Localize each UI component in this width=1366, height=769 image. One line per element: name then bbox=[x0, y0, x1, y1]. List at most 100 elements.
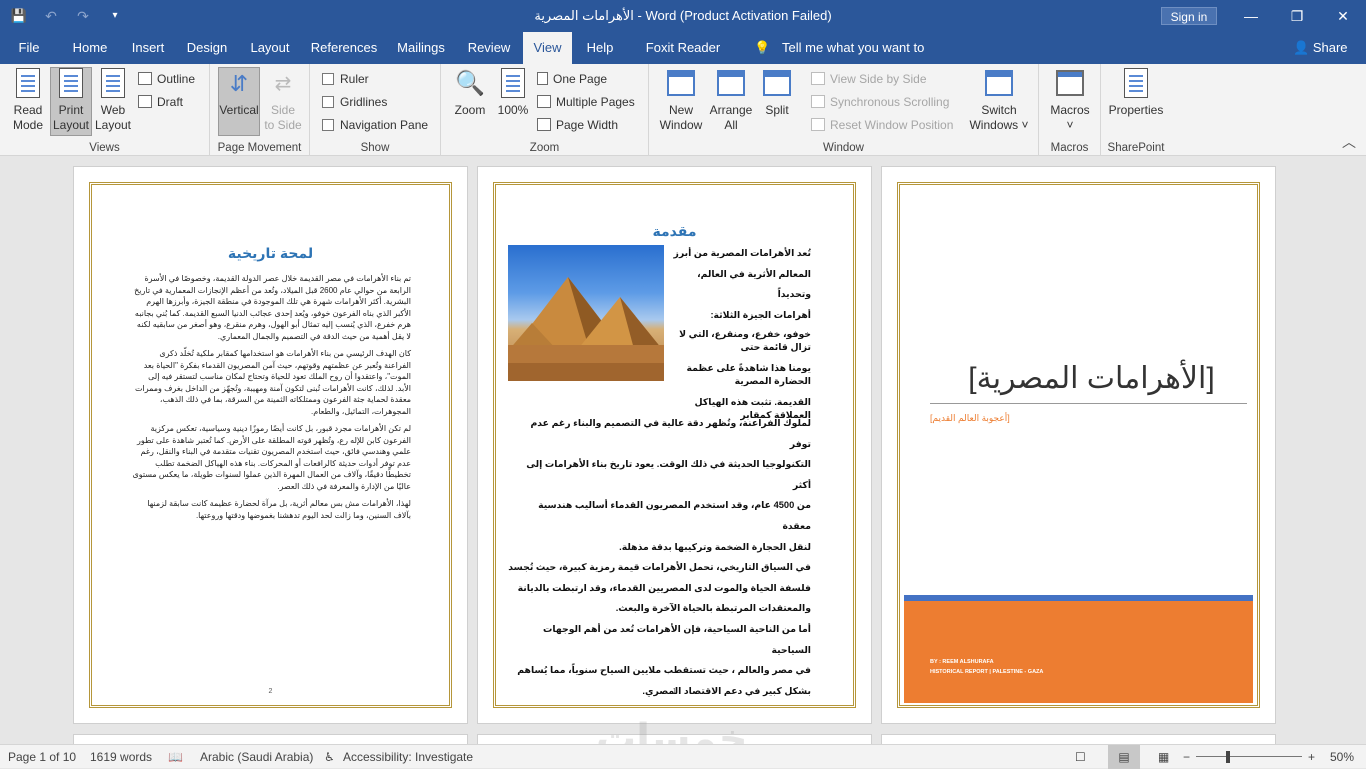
draft-icon bbox=[138, 95, 152, 108]
person-icon: 👤 bbox=[1293, 40, 1310, 55]
tab-file[interactable]: File bbox=[10, 32, 48, 64]
navigation-pane-label: Navigation Pane bbox=[340, 118, 429, 132]
cover-author[interactable]: BY : REEM ALSHURAFA bbox=[930, 659, 994, 665]
watermark-logo: خمسات bbox=[596, 717, 748, 744]
intro-line: أهرامات الجيزة الثلاثة: bbox=[710, 309, 811, 320]
web-layout-label-1: Web bbox=[100, 103, 126, 117]
properties-label: Properties bbox=[1108, 103, 1164, 117]
one-page-button[interactable]: One Page bbox=[537, 69, 607, 89]
zoom-slider-track[interactable] bbox=[1196, 756, 1302, 757]
pyramids-image bbox=[508, 245, 664, 381]
zoom-100-button[interactable]: 100% bbox=[493, 68, 533, 118]
new-window-button[interactable]: New Window bbox=[657, 68, 705, 133]
arrange-all-icon bbox=[715, 68, 747, 100]
tab-foxit-reader-pdf[interactable]: Foxit Reader PDF bbox=[632, 32, 734, 87]
page-number: 2 bbox=[268, 688, 273, 695]
arrange-all-label-1: Arrange bbox=[709, 103, 753, 117]
tab-insert[interactable]: Insert bbox=[124, 32, 172, 64]
reset-window-icon bbox=[811, 118, 825, 131]
proofing-icon[interactable]: 📖 bbox=[168, 745, 183, 769]
page-width-button[interactable]: Page Width bbox=[537, 115, 618, 135]
intro-line: أما من الناحية السياحية، فإن الأهرامات ت… bbox=[543, 623, 811, 655]
navigation-pane-checkbox[interactable]: Navigation Pane bbox=[322, 115, 428, 135]
focus-mode-icon[interactable]: ☐ bbox=[1075, 745, 1086, 769]
vertical-label: Vertical bbox=[219, 103, 259, 117]
accessibility-icon[interactable]: ♿ bbox=[324, 745, 335, 769]
web-layout-button[interactable]: Web Layout bbox=[92, 68, 134, 133]
macros-label: Macros bbox=[1050, 103, 1090, 117]
intro-text-wide: لملوك الفراعنة، وتُظهر دقة عالية في التص… bbox=[508, 413, 811, 701]
sign-in-button[interactable]: Sign in bbox=[1161, 7, 1217, 25]
intro-line: تُعد الأهرامات المصرية من أبرز bbox=[673, 248, 811, 258]
new-window-label-1: New bbox=[668, 103, 693, 117]
web-layout-view-icon[interactable]: ▦ bbox=[1158, 745, 1169, 769]
multiple-pages-button[interactable]: Multiple Pages bbox=[537, 92, 635, 112]
multiple-pages-icon bbox=[537, 95, 551, 108]
tab-review[interactable]: Review bbox=[462, 32, 516, 64]
zoom-out-button[interactable]: − bbox=[1183, 745, 1190, 769]
tell-me-search[interactable]: Tell me what you want to do bbox=[782, 32, 938, 87]
split-label: Split bbox=[765, 103, 789, 117]
tab-layout[interactable]: Layout bbox=[244, 32, 296, 64]
lightbulb-icon[interactable]: 💡 bbox=[754, 32, 770, 64]
macros-button[interactable]: Macros ˅ bbox=[1045, 68, 1095, 133]
ribbon-view: Read Mode Print Layout Web Layout Outlin… bbox=[0, 64, 1366, 156]
group-label-show: Show bbox=[360, 142, 390, 154]
gridlines-checkbox[interactable]: Gridlines bbox=[322, 92, 387, 112]
synchronous-scrolling-button[interactable]: Synchronous Scrolling bbox=[811, 92, 949, 112]
word-count[interactable]: 1619 words bbox=[90, 745, 152, 769]
outline-button[interactable]: Outline bbox=[138, 69, 195, 89]
zoom-percent[interactable]: 50% bbox=[1330, 745, 1354, 769]
side-by-side-icon bbox=[811, 72, 825, 85]
share-button[interactable]: 👤 Share bbox=[1293, 32, 1348, 64]
zoom-in-button[interactable]: + bbox=[1308, 745, 1315, 769]
tab-view[interactable]: View bbox=[523, 32, 572, 65]
language-indicator[interactable]: Arabic (Saudi Arabia) bbox=[200, 745, 313, 769]
switch-windows-button[interactable]: Switch Windows ˅ bbox=[965, 68, 1033, 133]
arrange-all-button[interactable]: Arrange All bbox=[707, 68, 755, 133]
side-to-side-button[interactable]: ⇄ Side to Side bbox=[262, 68, 304, 133]
cover-page: [الأهرامات المصرية] [أعجوبة العالم القدي… bbox=[881, 166, 1276, 724]
page-number: 1 bbox=[672, 688, 677, 695]
properties-button[interactable]: Properties bbox=[1107, 68, 1165, 118]
tab-design[interactable]: Design bbox=[182, 32, 232, 64]
split-button[interactable]: Split bbox=[757, 68, 797, 118]
tab-references[interactable]: References bbox=[308, 32, 380, 64]
zoom-slider-thumb[interactable] bbox=[1226, 751, 1230, 763]
minimize-button[interactable]: — bbox=[1228, 0, 1274, 32]
intro-line: لملوك الفراعنة، وتُظهر دقة عالية في التص… bbox=[530, 418, 811, 449]
one-page-icon bbox=[537, 72, 548, 85]
paragraph: لم تكن الأهرامات مجرد قبور، بل كانت أيضً… bbox=[132, 424, 411, 491]
vertical-button[interactable]: ⇵ Vertical bbox=[218, 67, 260, 136]
ruler-checkbox[interactable]: Ruler bbox=[322, 69, 369, 89]
tab-mailings[interactable]: Mailings bbox=[392, 32, 450, 64]
group-label-page-movement: Page Movement bbox=[217, 142, 302, 154]
reset-window-position-button[interactable]: Reset Window Position bbox=[811, 115, 953, 135]
zoom-100-icon bbox=[497, 68, 529, 100]
collapse-ribbon-icon[interactable]: ︿ bbox=[1342, 132, 1356, 152]
draft-button[interactable]: Draft bbox=[138, 92, 183, 112]
group-label-window: Window bbox=[823, 142, 864, 154]
switch-windows-icon bbox=[983, 68, 1015, 100]
group-label-zoom: Zoom bbox=[529, 142, 560, 154]
read-mode-button[interactable]: Read Mode bbox=[6, 68, 50, 133]
intro-line: خوفو، خفرع، ومنقرع، التي لا تزال قائمة ح… bbox=[679, 329, 811, 353]
document-area[interactable]: لمحة تاريخية تم بناء الأهرامات في مصر ال… bbox=[0, 156, 1366, 744]
restore-button[interactable]: ❐ bbox=[1274, 0, 1320, 32]
cover-subtitle[interactable]: [أعجوبة العالم القديم] bbox=[930, 413, 1010, 424]
page-count[interactable]: Page 1 of 10 bbox=[8, 745, 76, 769]
tab-help[interactable]: Help bbox=[582, 32, 618, 64]
ruler-label: Ruler bbox=[340, 72, 369, 86]
zoom-button[interactable]: 🔍 Zoom bbox=[449, 68, 491, 118]
close-button[interactable]: ✕ bbox=[1320, 0, 1366, 32]
cover-title[interactable]: [الأهرامات المصرية] bbox=[930, 359, 1253, 399]
print-layout-button[interactable]: Print Layout bbox=[50, 67, 92, 136]
print-layout-view-icon[interactable]: ▤ bbox=[1108, 745, 1140, 769]
view-side-by-side-button[interactable]: View Side by Side bbox=[811, 69, 927, 89]
page-width-icon bbox=[537, 118, 551, 131]
cover-meta[interactable]: HISTORICAL REPORT | PALESTINE - GAZA bbox=[930, 669, 1043, 675]
web-layout-label-2: Layout bbox=[94, 118, 132, 132]
group-label-views: Views bbox=[89, 142, 120, 154]
accessibility-status[interactable]: Accessibility: Investigate bbox=[343, 745, 473, 769]
tab-home[interactable]: Home bbox=[66, 32, 114, 64]
